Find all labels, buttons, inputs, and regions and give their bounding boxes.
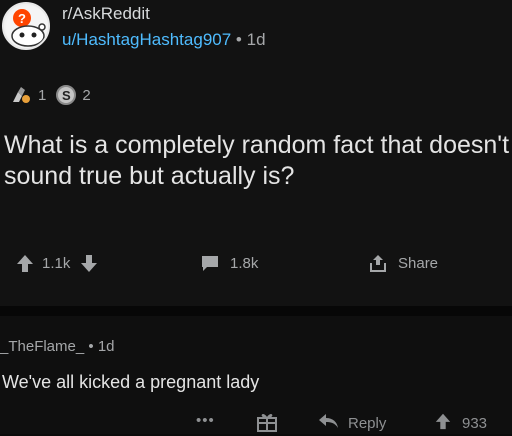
comment-age: 1d (97, 338, 115, 355)
subreddit-avatar-icon[interactable]: ? (2, 2, 50, 50)
comment-actions: ••• Reply 933 (0, 412, 512, 434)
post-author-link[interactable]: u/HashtagHashtag907 (62, 30, 231, 49)
share-icon (368, 253, 388, 273)
reply-arrow-icon (318, 412, 340, 434)
meta-separator: • (235, 30, 242, 49)
comment: _TheFlame_ • 1d We've all kicked a pregn… (0, 316, 512, 434)
vote-score: 1.1k (42, 254, 71, 272)
post-card: ? r/AskReddit u/HashtagHashtag907 • 1d 1… (0, 0, 512, 306)
comment-score: 933 (462, 414, 488, 432)
silver-award-icon: S (56, 85, 77, 105)
downvote-arrow-icon[interactable] (80, 253, 98, 273)
post-title[interactable]: What is a completely random fact that do… (4, 130, 510, 192)
svg-text:?: ? (18, 11, 26, 26)
helpful-award-count: 1 (38, 86, 47, 104)
post-actions: 1.1k 1.8k Share (0, 250, 512, 276)
comment-body: We've all kicked a pregnant lady (2, 372, 260, 392)
gift-icon[interactable] (256, 412, 278, 436)
comment-author[interactable]: _TheFlame_ (0, 338, 84, 355)
reply-label: Reply (348, 414, 387, 432)
share-button[interactable]: Share (368, 250, 438, 276)
comment-vote-group: 933 (434, 412, 487, 434)
share-label: Share (398, 254, 439, 272)
more-options-button[interactable]: ••• (196, 412, 215, 429)
section-divider (0, 306, 512, 316)
post-meta: u/HashtagHashtag907 • 1d (62, 30, 266, 50)
awards-row[interactable]: 1 S 2 (10, 84, 91, 106)
comment-bubble-icon (200, 253, 220, 273)
subreddit-name[interactable]: r/AskReddit (62, 4, 150, 24)
post-header: ? r/AskReddit u/HashtagHashtag907 • 1d (0, 0, 512, 56)
meta-separator: • (88, 338, 94, 355)
upvote-arrow-icon[interactable] (434, 412, 452, 434)
upvote-arrow-icon[interactable] (16, 253, 34, 273)
comment-count: 1.8k (230, 254, 259, 272)
comment-meta: _TheFlame_ • 1d (0, 338, 115, 355)
silver-award-count: 2 (82, 86, 91, 104)
reply-button[interactable]: Reply (318, 412, 386, 434)
comments-button[interactable]: 1.8k (200, 250, 258, 276)
vote-group: 1.1k (16, 250, 98, 276)
post-age: 1d (246, 30, 266, 49)
helpful-award-icon (10, 84, 32, 106)
